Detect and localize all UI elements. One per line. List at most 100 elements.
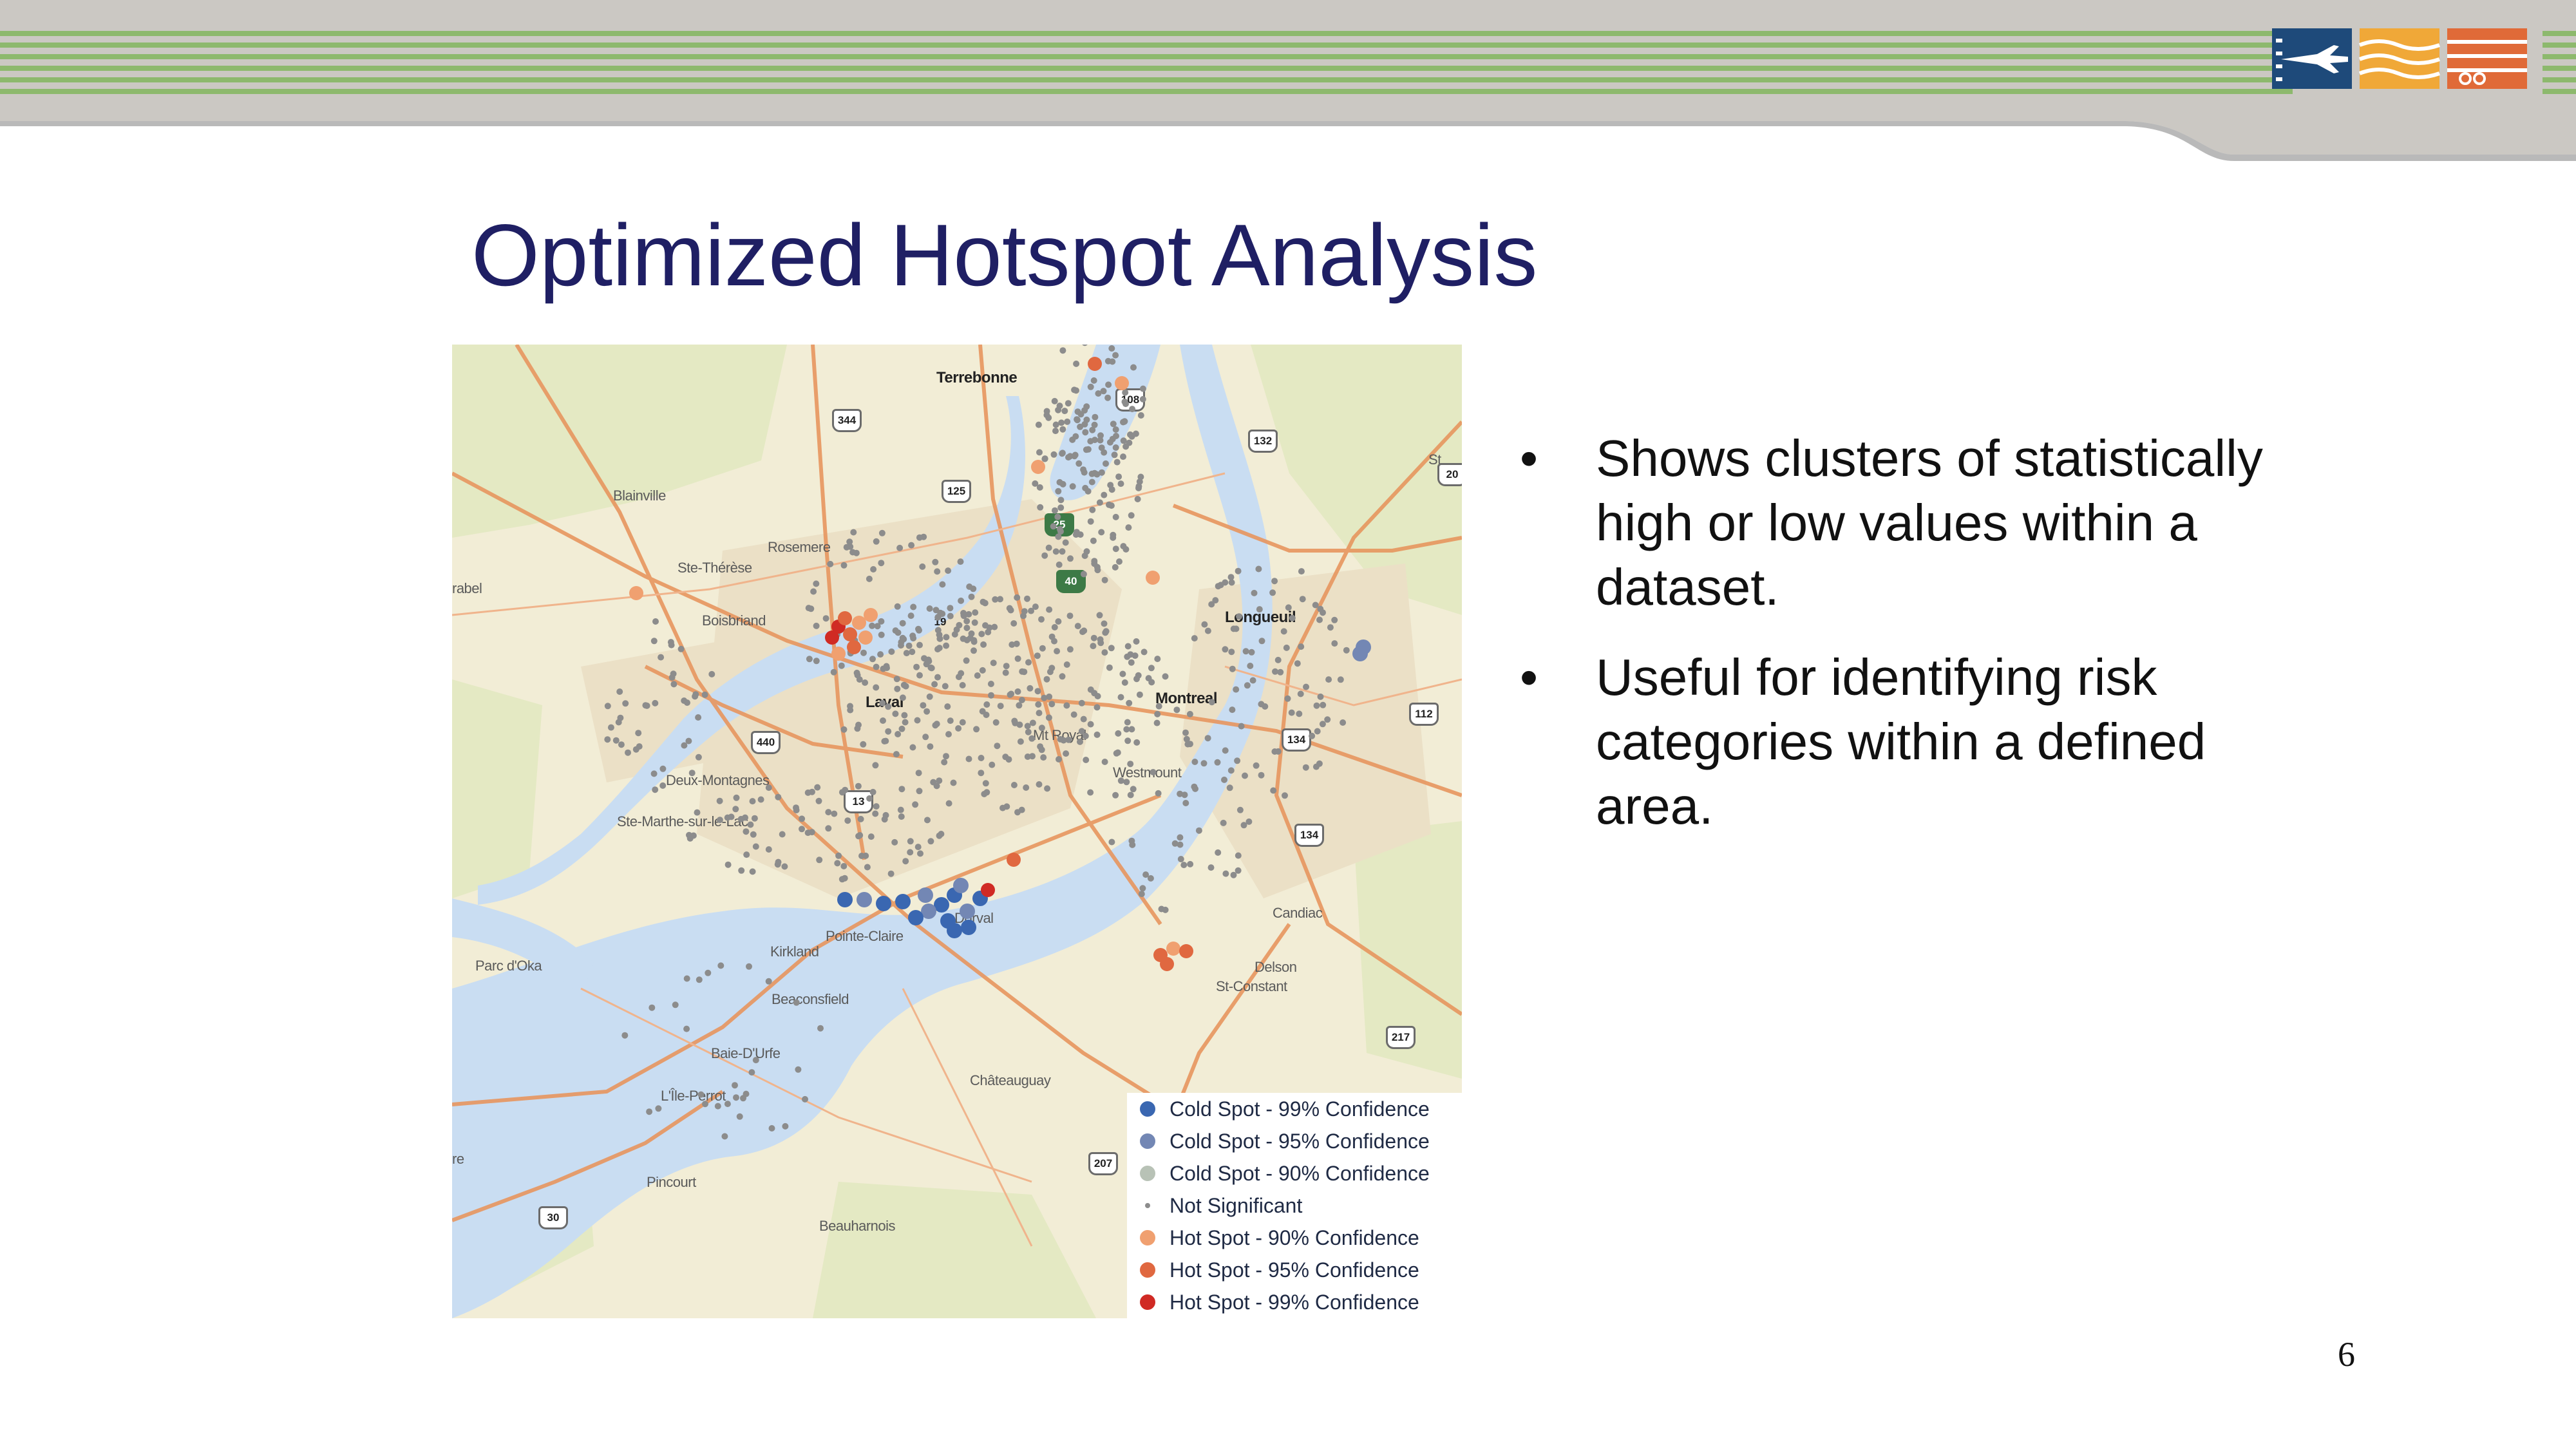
not-significant-point (901, 712, 908, 719)
not-significant-point (1108, 486, 1115, 493)
not-significant-point (825, 809, 832, 816)
not-significant-point (752, 1057, 759, 1064)
not-significant-point (872, 762, 879, 769)
not-significant-point (1298, 643, 1305, 650)
not-significant-point (752, 843, 759, 850)
not-significant-point (1104, 394, 1112, 401)
not-significant-point (677, 645, 685, 652)
not-significant-point (1249, 677, 1256, 684)
not-significant-point (1036, 710, 1043, 717)
not-significant-point (733, 1094, 739, 1101)
not-significant-point (1082, 732, 1089, 739)
not-significant-point (740, 1095, 746, 1102)
not-significant-point (898, 639, 905, 646)
not-significant-point (910, 603, 917, 611)
not-significant-point (1055, 618, 1062, 625)
hot-spot-point (847, 640, 861, 654)
cold-spot-point (947, 923, 962, 938)
not-significant-point (985, 629, 992, 636)
not-significant-point (809, 788, 815, 795)
not-significant-point (850, 529, 857, 536)
not-significant-point (913, 663, 920, 670)
not-significant-point (898, 786, 905, 793)
not-significant-point (1124, 643, 1132, 650)
not-significant-point (793, 999, 800, 1006)
not-significant-point (1112, 545, 1119, 553)
cold-spot-point (953, 878, 969, 893)
not-significant-point (864, 864, 871, 871)
legend-swatch-hot-90 (1140, 1230, 1155, 1245)
not-significant-point (915, 770, 922, 777)
not-significant-point (936, 777, 943, 784)
not-significant-point (747, 821, 754, 828)
not-significant-point (1021, 608, 1028, 615)
not-significant-point (903, 650, 910, 657)
not-significant-point (724, 1101, 731, 1108)
not-significant-point (1162, 906, 1169, 913)
legend-label: Cold Spot - 95% Confidence (1170, 1129, 1430, 1153)
not-significant-point (908, 542, 915, 549)
not-significant-point (1067, 555, 1074, 562)
not-significant-point (1017, 738, 1024, 745)
not-significant-point (1105, 381, 1112, 388)
not-significant-point (825, 825, 832, 832)
not-significant-point (1106, 501, 1112, 508)
not-significant-point (1054, 648, 1061, 655)
not-significant-point (1227, 767, 1235, 774)
not-significant-point (923, 708, 931, 715)
not-significant-point (999, 804, 1006, 811)
not-significant-point (1123, 779, 1130, 786)
not-significant-point (1098, 529, 1105, 536)
not-significant-point (1319, 721, 1326, 728)
not-significant-point (1014, 809, 1021, 816)
not-significant-point (927, 838, 934, 845)
not-significant-point (945, 731, 952, 738)
not-significant-point (1208, 699, 1215, 706)
not-significant-point (1039, 645, 1046, 652)
not-significant-point (936, 635, 943, 642)
not-significant-point (1125, 524, 1132, 531)
not-significant-point (878, 631, 885, 638)
not-significant-point (717, 962, 724, 969)
not-significant-point (670, 681, 677, 688)
not-significant-point (1059, 673, 1066, 680)
not-significant-point (1035, 421, 1042, 428)
not-significant-point (1120, 437, 1127, 444)
not-significant-point (941, 759, 948, 766)
not-significant-point (894, 603, 901, 610)
not-significant-point (1147, 875, 1154, 882)
bullet-marker: • (1520, 430, 1539, 487)
not-significant-point (1137, 412, 1144, 419)
not-significant-point (1187, 741, 1193, 748)
not-significant-point (1034, 652, 1041, 659)
not-significant-point (897, 806, 904, 813)
not-significant-point (1083, 757, 1090, 763)
not-significant-point (1011, 717, 1018, 724)
not-significant-point (1083, 446, 1090, 453)
not-significant-point (765, 784, 772, 791)
not-significant-point (1083, 403, 1090, 410)
not-significant-point (914, 717, 921, 724)
not-significant-point (1121, 679, 1128, 686)
not-significant-point (892, 710, 899, 717)
hot-spot-point (1146, 571, 1160, 585)
not-significant-point (1109, 435, 1116, 442)
not-significant-point (1242, 772, 1248, 779)
not-significant-point (1182, 800, 1189, 806)
legend-swatch-not-significant (1145, 1203, 1150, 1208)
not-significant-point (972, 609, 979, 616)
not-significant-point (980, 641, 987, 648)
not-significant-point (1340, 719, 1347, 726)
not-significant-point (687, 835, 694, 842)
not-significant-point (1052, 548, 1059, 555)
not-significant-point (1080, 715, 1087, 723)
not-significant-point (1139, 885, 1146, 892)
not-significant-point (881, 816, 888, 823)
not-significant-point (992, 719, 999, 726)
not-significant-point (1057, 497, 1065, 504)
not-significant-point (1110, 531, 1117, 538)
not-significant-point (1101, 620, 1108, 627)
not-significant-point (1191, 783, 1198, 790)
not-significant-point (1191, 635, 1198, 642)
not-significant-point (840, 562, 848, 569)
